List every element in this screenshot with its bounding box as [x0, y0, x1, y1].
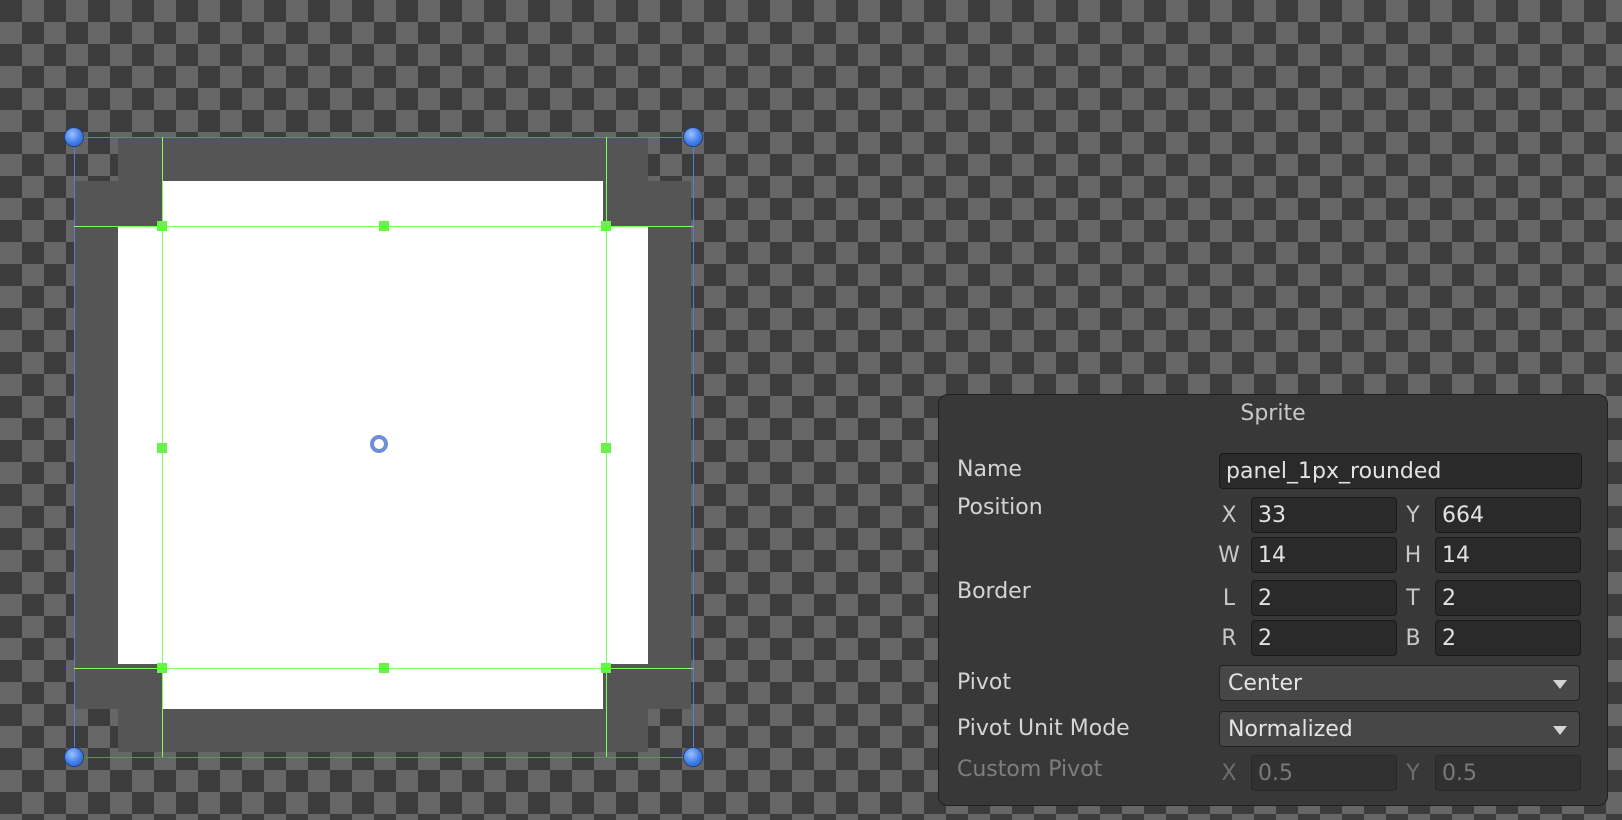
sprite-corner-tl	[75, 181, 163, 226]
border-handle-top-center[interactable]	[379, 221, 389, 231]
sprite-border-left	[75, 181, 118, 709]
selection-outline-left	[74, 137, 75, 757]
border-t-field[interactable]: 2	[1435, 580, 1581, 616]
border-handle-middle-left[interactable]	[157, 443, 167, 453]
position-label: Position	[957, 495, 1043, 520]
border-b-axis: B	[1405, 626, 1421, 651]
border-handle-top-left[interactable]	[157, 221, 167, 231]
sprite-fill-top	[163, 181, 603, 226]
position-h-axis: H	[1404, 543, 1422, 568]
position-w-field[interactable]: 14	[1251, 537, 1397, 573]
corner-handle-bottom-right-icon[interactable]	[684, 748, 702, 766]
chevron-down-icon	[1553, 726, 1567, 735]
sprite-border-top	[118, 138, 648, 181]
pivot-dropdown-value: Center	[1228, 671, 1303, 696]
border-r-axis: R	[1221, 626, 1237, 651]
corner-handle-top-right-icon[interactable]	[684, 128, 702, 146]
selection-outline-bottom	[74, 757, 693, 758]
border-r-field[interactable]: 2	[1251, 620, 1397, 656]
border-handle-bottom-right[interactable]	[601, 663, 611, 673]
position-x-field[interactable]: 33	[1251, 497, 1397, 533]
sprite-inspector-panel: Sprite Name panel_1px_rounded Position X…	[938, 394, 1608, 806]
chevron-down-icon	[1553, 680, 1567, 689]
pivot-unit-mode-label: Pivot Unit Mode	[957, 716, 1130, 741]
border-handle-middle-right[interactable]	[601, 443, 611, 453]
pivot-unit-mode-value: Normalized	[1228, 717, 1353, 742]
sprite-editor-canvas[interactable]: Sprite Name panel_1px_rounded Position X…	[0, 0, 1622, 820]
pivot-unit-mode-dropdown[interactable]: Normalized	[1219, 711, 1580, 747]
border-l-field[interactable]: 2	[1251, 580, 1397, 616]
custom-pivot-label: Custom Pivot	[957, 757, 1103, 782]
border-handle-bottom-center[interactable]	[379, 663, 389, 673]
custom-pivot-y-axis: Y	[1406, 761, 1420, 786]
custom-pivot-y-field: 0.5	[1435, 755, 1581, 791]
border-l-axis: L	[1222, 586, 1236, 611]
panel-title: Sprite	[1240, 401, 1306, 426]
sprite-corner-br	[603, 664, 691, 709]
pivot-icon[interactable]	[370, 435, 388, 453]
border-handle-bottom-left[interactable]	[157, 663, 167, 673]
border-handle-top-right[interactable]	[601, 221, 611, 231]
sprite-corner-tr	[603, 181, 691, 226]
position-h-field[interactable]: 14	[1435, 537, 1581, 573]
position-x-axis: X	[1221, 503, 1237, 528]
position-w-axis: W	[1218, 543, 1240, 568]
sprite-border-bottom	[118, 709, 648, 752]
selection-outline-top	[74, 137, 693, 138]
position-y-field[interactable]: 664	[1435, 497, 1581, 533]
border-t-axis: T	[1406, 586, 1420, 611]
selection-outline-right	[693, 137, 694, 757]
name-label: Name	[957, 457, 1022, 482]
corner-handle-top-left-icon[interactable]	[65, 128, 83, 146]
name-field[interactable]: panel_1px_rounded	[1219, 453, 1582, 489]
border-label: Border	[957, 579, 1031, 604]
sprite-corner-bl	[75, 664, 163, 709]
pivot-dropdown[interactable]: Center	[1219, 665, 1580, 701]
custom-pivot-x-field: 0.5	[1251, 755, 1397, 791]
corner-handle-bottom-left-icon[interactable]	[65, 748, 83, 766]
border-b-field[interactable]: 2	[1435, 620, 1581, 656]
pivot-label: Pivot	[957, 670, 1012, 695]
position-y-axis: Y	[1406, 503, 1420, 528]
sprite-border-right	[648, 181, 691, 709]
custom-pivot-x-axis: X	[1221, 761, 1237, 786]
